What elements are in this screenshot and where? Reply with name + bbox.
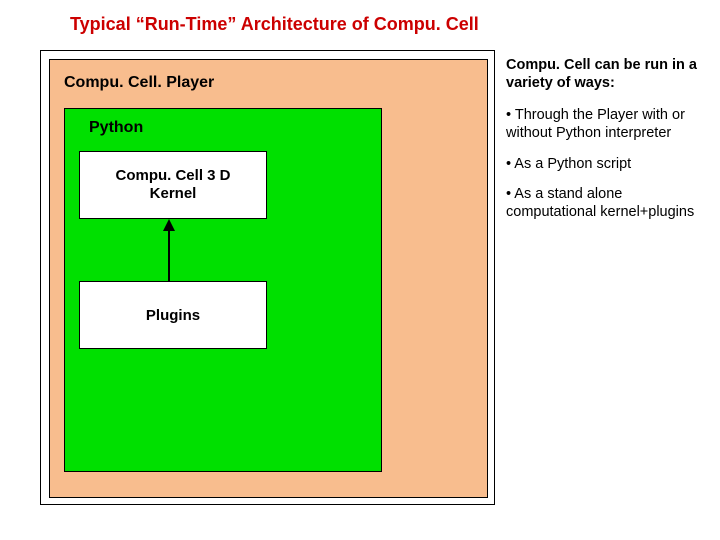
player-label: Compu. Cell. Player: [64, 74, 214, 92]
bullet-1: • Through the Player with or without Pyt…: [506, 106, 710, 142]
kernel-box: Compu. Cell 3 DKernel: [79, 151, 267, 219]
python-label: Python: [89, 119, 143, 137]
bullet-3: • As a stand alone computational kernel+…: [506, 185, 710, 221]
plugins-label: Plugins: [146, 307, 200, 324]
python-box: Python Compu. Cell 3 DKernel Plugins: [64, 108, 382, 472]
slide-title: Typical “Run-Time” Architecture of Compu…: [70, 14, 479, 35]
bullet-2: • As a Python script: [506, 155, 710, 173]
side-heading: Compu. Cell can be run in a variety of w…: [506, 56, 710, 92]
player-box: Compu. Cell. Player Python Compu. Cell 3…: [49, 59, 488, 498]
kernel-label: Compu. Cell 3 DKernel: [115, 167, 230, 203]
side-text: Compu. Cell can be run in a variety of w…: [506, 56, 710, 233]
plugins-box: Plugins: [79, 281, 267, 349]
diagram-outer: Compu. Cell. Player Python Compu. Cell 3…: [40, 50, 495, 505]
